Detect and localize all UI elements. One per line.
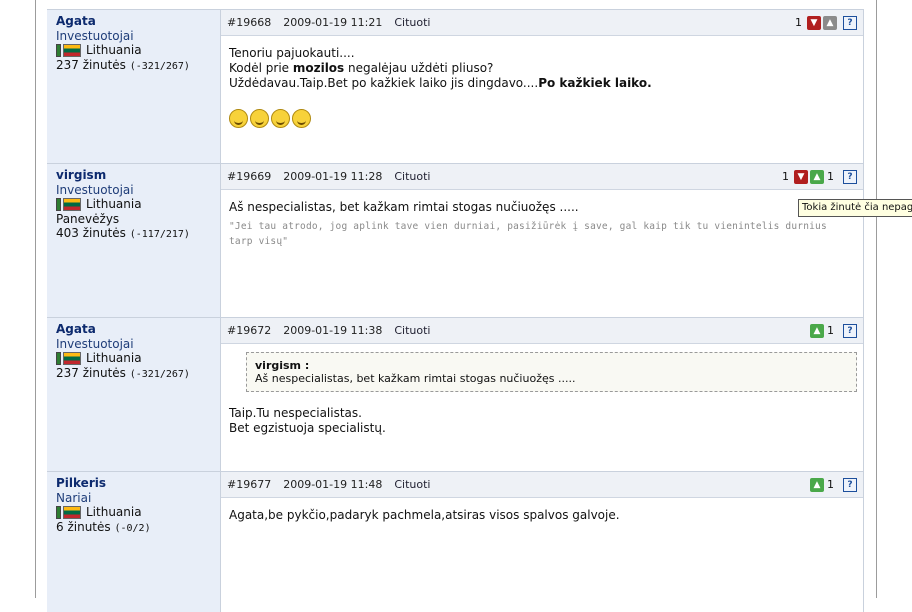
author-rating: (-117/217) bbox=[129, 229, 190, 240]
post: Agata Investuotojai Lithuania 237 žinutė… bbox=[47, 317, 864, 471]
quote-link[interactable]: Cituoti bbox=[394, 16, 430, 29]
help-icon[interactable]: ? bbox=[843, 15, 857, 30]
quote-author: virgism : bbox=[255, 359, 310, 372]
help-icon[interactable]: ? bbox=[843, 477, 857, 492]
thumb-down-icon[interactable]: ▼ bbox=[794, 169, 808, 184]
down-vote-count: 1 bbox=[782, 170, 789, 183]
smiley-icon bbox=[229, 109, 248, 128]
post-date: 2009-01-19 11:21 bbox=[283, 16, 383, 29]
help-icon[interactable]: ? bbox=[843, 323, 857, 338]
post-date: 2009-01-19 11:28 bbox=[283, 170, 383, 183]
author-location: Lithuania bbox=[56, 351, 220, 366]
up-vote-count: 1 bbox=[827, 324, 834, 337]
tooltip: Tokia žinutė čia nepageidaujama bbox=[798, 199, 912, 217]
thumb-up-icon[interactable]: ▲ bbox=[810, 477, 824, 492]
author-rating: (-321/267) bbox=[129, 368, 190, 380]
down-vote-count: 1 bbox=[795, 16, 802, 29]
author-name[interactable]: Pilkeris bbox=[56, 476, 220, 491]
author-group: Investuotojai bbox=[56, 336, 134, 351]
post-id-link[interactable]: #19672 bbox=[227, 324, 271, 337]
author-panel: virgism Investuotojai Lithuania Panevėžy… bbox=[47, 164, 220, 317]
post-id-link[interactable]: #19668 bbox=[227, 16, 271, 29]
thumb-up-icon[interactable]: ▲ bbox=[823, 15, 837, 30]
quote-block: virgism : Aš nespecialistas, bet kažkam … bbox=[246, 352, 857, 392]
smiley-icon bbox=[250, 109, 269, 128]
post-body: Agata,be pykčio,padaryk pachmela,atsiras… bbox=[229, 508, 620, 522]
post-header: #19672 2009-01-19 11:38 Cituoti ▲ 1 ? bbox=[221, 318, 863, 344]
smiley-icon bbox=[271, 109, 290, 128]
quote-link[interactable]: Cituoti bbox=[394, 324, 430, 337]
post-id-link[interactable]: #19669 bbox=[227, 170, 271, 183]
author-panel: Pilkeris Nariai Lithuania 6 žinutės (-0/… bbox=[47, 472, 220, 612]
quote-link[interactable]: Cituoti bbox=[394, 478, 430, 491]
up-vote-count: 1 bbox=[827, 478, 834, 491]
lithuania-flag-icon bbox=[56, 351, 81, 365]
thumb-up-icon[interactable]: ▲ bbox=[810, 323, 824, 338]
lithuania-flag-icon bbox=[56, 43, 81, 57]
quote-link[interactable]: Cituoti bbox=[394, 170, 430, 183]
smiley-icon bbox=[292, 109, 311, 128]
page-border-left bbox=[35, 0, 36, 598]
post-content: #19669 2009-01-19 11:28 Cituoti 1 ▼ ▲ 1 … bbox=[220, 164, 864, 317]
post-body: Aš nespecialistas, bet kažkam rimtai sto… bbox=[221, 190, 863, 259]
thumb-down-icon[interactable]: ▼ bbox=[807, 15, 821, 30]
post-date: 2009-01-19 11:38 bbox=[283, 324, 383, 337]
post-date: 2009-01-19 11:48 bbox=[283, 478, 383, 491]
author-location: Lithuania bbox=[56, 43, 220, 58]
post-header: #19677 2009-01-19 11:48 Cituoti ▲ 1 ? bbox=[221, 472, 863, 498]
thumb-up-icon[interactable]: ▲ bbox=[810, 169, 824, 184]
help-icon[interactable]: ? bbox=[843, 169, 857, 184]
author-panel: Agata Investuotojai Lithuania 237 žinutė… bbox=[47, 318, 220, 471]
lithuania-flag-icon bbox=[56, 197, 81, 211]
post: Agata Investuotojai Lithuania 237 žinutė… bbox=[47, 9, 864, 163]
post-content: #19677 2009-01-19 11:48 Cituoti ▲ 1 ? Ag… bbox=[220, 472, 864, 612]
author-country: Lithuania bbox=[86, 43, 142, 57]
up-vote-count: 1 bbox=[827, 170, 834, 183]
author-country: Lithuania bbox=[86, 197, 142, 211]
author-location: Lithuania bbox=[56, 197, 220, 212]
author-location: Lithuania bbox=[56, 505, 220, 520]
author-country: Lithuania bbox=[86, 351, 142, 365]
author-city: Panevėžys bbox=[56, 211, 120, 226]
post-list: Agata Investuotojai Lithuania 237 žinutė… bbox=[47, 9, 864, 612]
smiley-row bbox=[229, 109, 855, 128]
post: Pilkeris Nariai Lithuania 6 žinutės (-0/… bbox=[47, 471, 864, 612]
signature: "Jei tau atrodo, jog aplink tave vien du… bbox=[229, 221, 827, 247]
author-post-count: 237 žinutės (-321/267) bbox=[56, 57, 190, 72]
page-border-right bbox=[876, 0, 877, 598]
lithuania-flag-icon bbox=[56, 505, 81, 519]
author-post-count: 237 žinutės (-321/267) bbox=[56, 365, 190, 380]
author-post-count: 403 žinutės (-117/217) bbox=[56, 226, 190, 240]
author-group: Nariai bbox=[56, 490, 92, 505]
author-country: Lithuania bbox=[86, 505, 142, 519]
post-body: Tenoriu pajuokauti.... Kodėl prie mozilo… bbox=[221, 36, 863, 138]
author-group: Investuotojai bbox=[56, 28, 134, 43]
post-body: Taip.Tu nespecialistas. Bet egzistuoja s… bbox=[229, 406, 386, 435]
post-content: #19672 2009-01-19 11:38 Cituoti ▲ 1 ? vi… bbox=[220, 318, 864, 471]
author-panel: Agata Investuotojai Lithuania 237 žinutė… bbox=[47, 10, 220, 163]
author-name[interactable]: virgism bbox=[56, 168, 220, 183]
post: virgism Investuotojai Lithuania Panevėžy… bbox=[47, 163, 864, 317]
author-rating: (-0/2) bbox=[114, 522, 151, 534]
post-header: #19668 2009-01-19 11:21 Cituoti 1 ▼ ▲ ? bbox=[221, 10, 863, 36]
author-name[interactable]: Agata bbox=[56, 322, 220, 337]
post-id-link[interactable]: #19677 bbox=[227, 478, 271, 491]
post-content: #19668 2009-01-19 11:21 Cituoti 1 ▼ ▲ ? … bbox=[220, 10, 864, 163]
author-rating: (-321/267) bbox=[129, 60, 190, 72]
quote-text: Aš nespecialistas, bet kažkam rimtai sto… bbox=[255, 372, 576, 385]
author-post-count: 6 žinutės (-0/2) bbox=[56, 519, 151, 534]
post-header: #19669 2009-01-19 11:28 Cituoti 1 ▼ ▲ 1 … bbox=[221, 164, 863, 190]
author-name[interactable]: Agata bbox=[56, 14, 220, 29]
author-group: Investuotojai bbox=[56, 182, 134, 197]
